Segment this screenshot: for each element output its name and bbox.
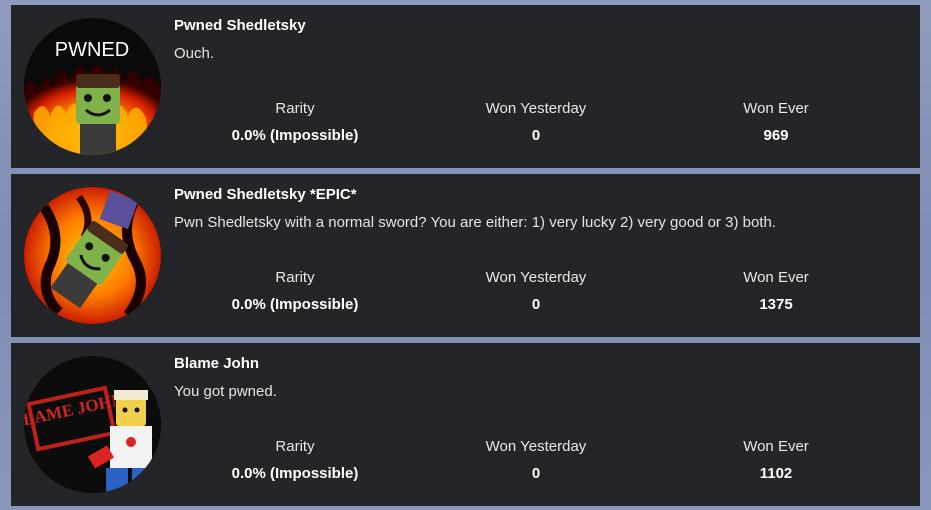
won-yesterday-stat: Won Yesterday 0 [436, 100, 636, 144]
won-yesterday-value: 0 [531, 296, 541, 313]
rarity-value: 0.0% (Impossible) [231, 465, 359, 482]
rarity-label: Rarity [275, 438, 315, 455]
badge-card[interactable]: Pwned Shedletsky *EPIC* Pwn Shedletsky w… [11, 174, 920, 337]
badge-title[interactable]: Blame John [174, 355, 259, 372]
won-yesterday-label: Won Yesterday [485, 269, 587, 286]
rarity-stat: Rarity 0.0% (Impossible) [195, 100, 395, 144]
badge-title[interactable]: Pwned Shedletsky [174, 17, 306, 34]
won-ever-value: 1375 [759, 296, 793, 313]
badge-card[interactable]: BLAME JOHN. Blame John You got pwned. Ra… [11, 343, 920, 506]
pwned-badge-text: PWNED [55, 39, 129, 61]
badge-card[interactable]: PWNED Pwned Shedletsky Ouch. Rarity 0.0%… [11, 5, 920, 168]
pwned-badge-icon[interactable]: PWNED [24, 18, 161, 155]
won-ever-stat: Won Ever 1375 [676, 269, 876, 313]
badge-description: Pwn Shedletsky with a normal sword? You … [174, 214, 776, 231]
won-ever-label: Won Ever [743, 438, 809, 455]
won-ever-stat: Won Ever 1102 [676, 438, 876, 482]
rarity-stat: Rarity 0.0% (Impossible) [195, 269, 395, 313]
won-yesterday-value: 0 [531, 127, 541, 144]
badge-title[interactable]: Pwned Shedletsky *EPIC* [174, 186, 357, 203]
won-ever-label: Won Ever [743, 269, 809, 286]
won-ever-value: 969 [763, 127, 789, 144]
won-ever-label: Won Ever [743, 100, 809, 117]
won-yesterday-stat: Won Yesterday 0 [436, 438, 636, 482]
badge-description: You got pwned. [174, 383, 277, 400]
badge-description: Ouch. [174, 45, 215, 62]
rarity-label: Rarity [275, 100, 315, 117]
won-yesterday-stat: Won Yesterday 0 [436, 269, 636, 313]
won-yesterday-label: Won Yesterday [485, 438, 587, 455]
won-ever-value: 1102 [759, 465, 793, 482]
won-ever-stat: Won Ever 969 [676, 100, 876, 144]
rarity-value: 0.0% (Impossible) [231, 127, 359, 144]
blame-john-badge-icon[interactable]: BLAME JOHN. [24, 356, 161, 493]
rarity-value: 0.0% (Impossible) [231, 296, 359, 313]
rarity-label: Rarity [275, 269, 315, 286]
rarity-stat: Rarity 0.0% (Impossible) [195, 438, 395, 482]
won-yesterday-value: 0 [531, 465, 541, 482]
pwned-epic-badge-icon[interactable] [24, 187, 161, 324]
won-yesterday-label: Won Yesterday [485, 100, 587, 117]
